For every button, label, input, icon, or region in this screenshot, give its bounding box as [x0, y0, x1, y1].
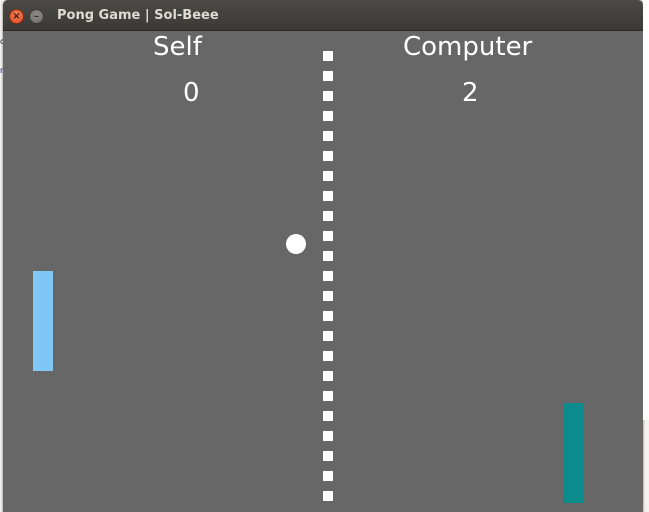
net-dash — [323, 171, 333, 181]
desktop-background: o n × – Pong Game | Sol-Beee Self Comput… — [0, 0, 649, 512]
net-dash — [323, 451, 333, 461]
ball — [286, 234, 306, 254]
game-window: × – Pong Game | Sol-Beee Self Computer 0… — [3, 0, 643, 512]
net-dash — [323, 191, 333, 201]
net-dash — [323, 291, 333, 301]
net-dash — [323, 411, 333, 421]
net-dash — [323, 211, 333, 221]
net-dash — [323, 431, 333, 441]
net-dash — [323, 111, 333, 121]
net-dash — [323, 311, 333, 321]
window-title: Pong Game | Sol-Beee — [57, 8, 219, 23]
close-icon: × — [12, 11, 21, 22]
game-field[interactable]: Self Computer 0 2 — [3, 31, 643, 512]
net-dash — [323, 151, 333, 161]
net-dash — [323, 271, 333, 281]
net-dash — [323, 71, 333, 81]
net-dash — [323, 331, 333, 341]
self-label: Self — [153, 32, 202, 62]
computer-label: Computer — [403, 32, 533, 62]
close-button[interactable]: × — [9, 9, 24, 24]
net-dash — [323, 91, 333, 101]
self-paddle — [33, 271, 53, 371]
net-dash — [323, 51, 333, 61]
net-dash — [323, 231, 333, 241]
center-net — [323, 51, 333, 511]
net-dash — [323, 491, 333, 501]
net-dash — [323, 391, 333, 401]
net-dash — [323, 131, 333, 141]
minimize-icon: – — [34, 11, 39, 22]
net-dash — [323, 351, 333, 361]
self-score: 0 — [183, 78, 200, 108]
background-window-edge — [643, 0, 649, 420]
net-dash — [323, 471, 333, 481]
minimize-button[interactable]: – — [29, 9, 44, 24]
net-dash — [323, 371, 333, 381]
title-bar[interactable]: × – Pong Game | Sol-Beee — [3, 0, 643, 31]
net-dash — [323, 251, 333, 261]
computer-score: 2 — [462, 78, 479, 108]
computer-paddle — [563, 403, 583, 503]
